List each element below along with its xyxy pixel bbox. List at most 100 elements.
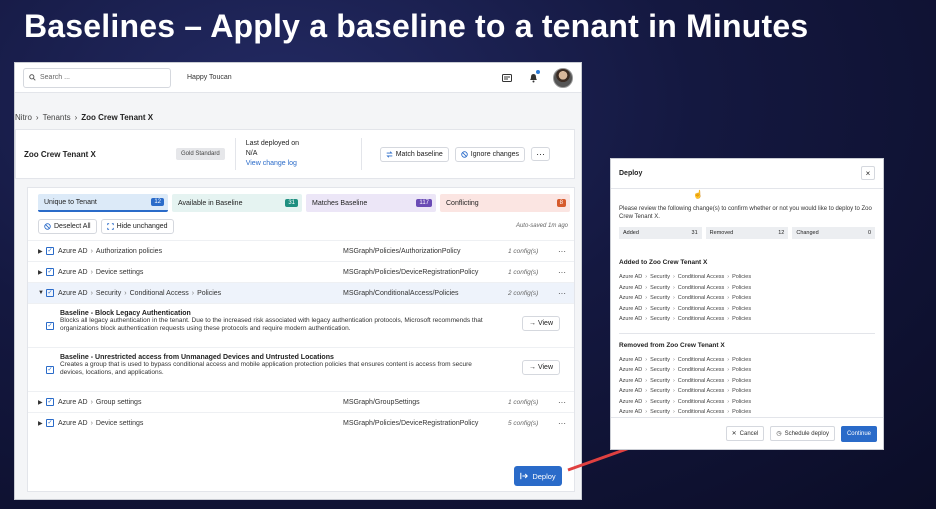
config-count: 5 config(s) bbox=[508, 419, 539, 427]
deploy-icon bbox=[520, 472, 529, 480]
row-checkbox[interactable]: ✓ bbox=[46, 419, 54, 427]
deselect-all-button[interactable]: Deselect All bbox=[38, 219, 97, 234]
breadcrumb-nitro[interactable]: Nitro bbox=[15, 113, 32, 122]
hand-cursor-icon: ☝ bbox=[693, 190, 703, 199]
autosave-status: Auto-saved 1m ago bbox=[515, 223, 568, 229]
expand-caret-icon[interactable]: ▶ bbox=[38, 248, 46, 255]
row-more-button[interactable]: ··· bbox=[558, 268, 566, 277]
change-path-segment: Security bbox=[650, 398, 670, 405]
change-list-item: Azure AD › Security › Conditional Access › Pol… bbox=[619, 274, 752, 280]
removed-list: Azure AD › Security › Conditional Access › Pol… bbox=[619, 355, 875, 418]
close-icon: ✕ bbox=[731, 431, 737, 437]
ignore-changes-button[interactable]: Ignore changes bbox=[454, 146, 526, 162]
expand-caret-icon[interactable]: ▶ bbox=[38, 269, 46, 276]
clock-icon: ◷ bbox=[776, 431, 782, 437]
policy-item: ✓ Baseline - Unrestricted access from Un… bbox=[28, 347, 574, 391]
table-row[interactable]: ▶ ✓ Azure AD › Device settings MSGraph/Pol… bbox=[28, 261, 574, 282]
config-count: 1 config(s) bbox=[508, 268, 539, 276]
stat-added: Added 31 bbox=[619, 227, 702, 239]
row-root: Azure AD bbox=[58, 419, 88, 427]
row-more-button[interactable]: ··· bbox=[558, 247, 566, 256]
change-path-segment: Azure AD bbox=[619, 409, 643, 415]
tab-available-in-baseline[interactable]: Available in Baseline 31 bbox=[172, 194, 302, 212]
table-row[interactable]: ▶ ✓ Azure AD › Authorization policies MSGr… bbox=[28, 240, 574, 261]
view-label: View bbox=[537, 320, 553, 327]
deploy-dialog: Deploy × ☝ Please review the following c… bbox=[610, 158, 884, 450]
collapse-caret-icon[interactable]: ▼ bbox=[38, 290, 46, 296]
policy-checkbox[interactable]: ✓ bbox=[46, 322, 54, 330]
row-path: Authorization policies bbox=[95, 247, 163, 255]
dialog-title: Deploy bbox=[619, 170, 643, 177]
match-baseline-button[interactable]: Match baseline bbox=[379, 146, 449, 162]
dialog-intro: ☝ Please review the following change(s) … bbox=[611, 189, 883, 221]
chat-icon[interactable] bbox=[501, 72, 513, 84]
row-path: Conditional Access bbox=[129, 289, 189, 297]
org-name[interactable]: Happy Toucan bbox=[187, 74, 232, 81]
expand-caret-icon[interactable]: ▶ bbox=[38, 420, 46, 427]
row-checkbox[interactable]: ✓ bbox=[46, 289, 54, 297]
row-more-button[interactable]: ··· bbox=[558, 419, 566, 428]
row-checkbox[interactable]: ✓ bbox=[46, 247, 54, 255]
search-placeholder: Search ... bbox=[40, 74, 70, 81]
avatar[interactable] bbox=[553, 68, 573, 88]
deploy-button[interactable]: Deploy bbox=[514, 466, 562, 486]
hide-unchanged-button[interactable]: Hide unchanged bbox=[100, 219, 174, 234]
change-path-segment: Conditional Access bbox=[677, 388, 725, 394]
change-path-segment: Azure AD bbox=[619, 274, 643, 280]
added-list: Azure AD › Security › Conditional Access › Pol… bbox=[619, 272, 875, 325]
tab-conflicting[interactable]: Conflicting 8 bbox=[440, 194, 570, 212]
settings-list: ▶ ✓ Azure AD › Authorization policies MSGr… bbox=[28, 240, 574, 433]
close-button[interactable]: × bbox=[861, 166, 875, 180]
change-path-segment: Conditional Access bbox=[677, 305, 725, 312]
stat-value: 0 bbox=[867, 230, 872, 236]
dialog-intro-text: Please review the following change(s) to… bbox=[619, 206, 872, 220]
change-path-segment: Conditional Access bbox=[677, 398, 725, 405]
change-path-segment: Security bbox=[650, 305, 670, 312]
change-path-segment: Azure AD bbox=[619, 356, 643, 363]
row-checkbox[interactable]: ✓ bbox=[46, 268, 54, 276]
change-path-segment: Policies bbox=[732, 388, 752, 394]
schedule-deploy-button[interactable]: ◷ Schedule deploy bbox=[770, 426, 835, 441]
view-policy-button[interactable]: → View bbox=[522, 360, 560, 375]
breadcrumb-current: Zoo Crew Tenant X bbox=[81, 113, 154, 122]
table-row[interactable]: ▶ ✓ Azure AD › Group settings MSGraph/Grou… bbox=[28, 391, 574, 412]
row-root: Azure AD bbox=[58, 268, 88, 276]
row-more-button[interactable]: ··· bbox=[558, 398, 566, 407]
search-icon bbox=[29, 74, 36, 81]
cancel-button[interactable]: ✕ Cancel bbox=[725, 426, 765, 441]
row-more-button[interactable]: ··· bbox=[558, 289, 566, 298]
more-options-button[interactable]: ··· bbox=[531, 147, 551, 161]
change-path-segment: Policies bbox=[732, 284, 752, 291]
breadcrumb: Nitro › Tenants › Zoo Crew Tenant X bbox=[15, 103, 153, 122]
hide-unchanged-label: Hide unchanged bbox=[116, 223, 168, 230]
breadcrumb-separator: › bbox=[74, 113, 78, 122]
change-path-segment: Azure AD bbox=[619, 305, 643, 312]
collapse-icon bbox=[106, 223, 114, 230]
breadcrumb-tenants[interactable]: Tenants bbox=[43, 113, 71, 122]
view-policy-button[interactable]: → View bbox=[522, 316, 560, 331]
tab-count: 12 bbox=[151, 198, 164, 206]
tab-unique-to-tenant[interactable]: Unique to Tenant 12 bbox=[38, 194, 168, 212]
row-checkbox[interactable]: ✓ bbox=[46, 398, 54, 406]
expand-caret-icon[interactable]: ▶ bbox=[38, 399, 46, 406]
graph-endpoint: MSGraph/Policies/DeviceRegistrationPolic… bbox=[343, 419, 479, 427]
table-row[interactable]: ▶ ✓ Azure AD › Device settings MSGraph/Pol… bbox=[28, 412, 574, 433]
row-root: Azure AD bbox=[58, 247, 88, 255]
change-list-item: Azure AD › Security › Conditional Access › Pol… bbox=[619, 284, 752, 291]
stat-removed: Removed 12 bbox=[705, 227, 789, 239]
policy-title: Baseline - Unrestricted access from Unma… bbox=[60, 354, 334, 361]
change-path-segment: Conditional Access bbox=[677, 377, 725, 384]
policy-checkbox[interactable]: ✓ bbox=[46, 366, 54, 374]
tab-label: Available in Baseline bbox=[178, 199, 243, 207]
policy-description: Blocks all legacy authentication in the … bbox=[60, 317, 483, 332]
tab-matches-baseline[interactable]: Matches Baseline 117 bbox=[306, 194, 436, 212]
toolbar: Deselect All Hide unchanged Auto-saved 1… bbox=[28, 212, 574, 234]
view-change-log-link[interactable]: View change log bbox=[246, 160, 297, 167]
bell-icon[interactable] bbox=[527, 70, 540, 84]
row-root: Azure AD bbox=[58, 289, 88, 297]
table-row-expanded[interactable]: ▼ ✓ Azure AD › Security › Conditional Access… bbox=[28, 282, 574, 303]
breadcrumb-separator: › bbox=[35, 113, 39, 122]
continue-button[interactable]: Continue bbox=[840, 425, 877, 442]
search-input[interactable]: Search ... bbox=[23, 67, 171, 88]
change-path-segment: Conditional Access bbox=[677, 367, 725, 373]
